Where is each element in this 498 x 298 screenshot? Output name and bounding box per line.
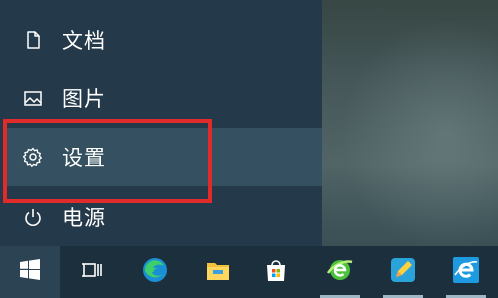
task-view-icon [77, 255, 107, 289]
power-icon [22, 206, 44, 228]
start-menu-item-documents[interactable]: 文档 [6, 11, 322, 69]
taskbar [0, 246, 498, 298]
start-menu-item-label: 电源 [62, 206, 106, 230]
edge-icon [140, 255, 170, 289]
microsoft-store-taskbar-button[interactable] [246, 246, 306, 298]
internet-explorer-icon [451, 255, 481, 289]
file-explorer-taskbar-button[interactable] [188, 246, 248, 298]
start-menu-item-label: 图片 [62, 87, 106, 111]
notes-pencil-icon [388, 255, 418, 289]
desktop-wallpaper [322, 0, 498, 246]
green-browser-taskbar-button[interactable] [310, 246, 370, 298]
document-icon [22, 29, 44, 51]
file-explorer-icon [203, 255, 233, 289]
start-button[interactable] [0, 246, 60, 298]
green-ie-browser-icon [325, 255, 355, 289]
microsoft-store-icon [261, 255, 291, 289]
start-menu-item-label: 文档 [62, 29, 106, 53]
task-view-button[interactable] [62, 246, 122, 298]
notes-taskbar-button[interactable] [373, 246, 433, 298]
internet-explorer-taskbar-button[interactable] [436, 246, 496, 298]
pictures-icon [22, 87, 44, 109]
edge-taskbar-button[interactable] [125, 246, 185, 298]
annotation-highlight-box [3, 119, 212, 203]
windows-start-icon [15, 255, 45, 289]
